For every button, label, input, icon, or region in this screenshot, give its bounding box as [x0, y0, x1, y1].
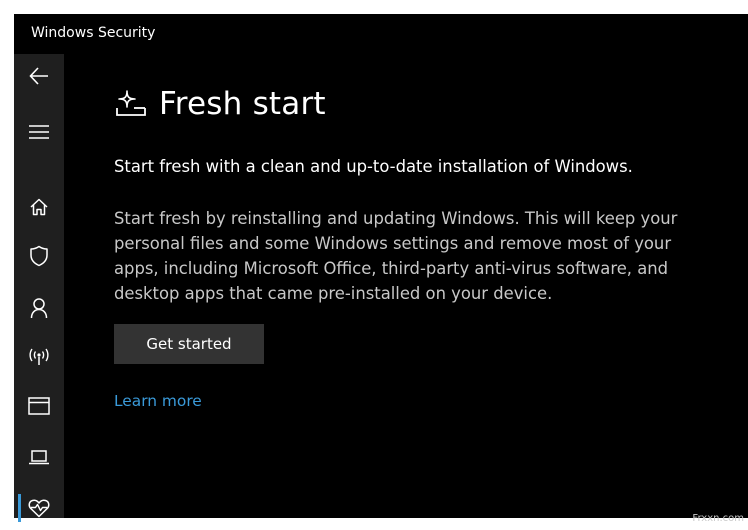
menu-button[interactable] — [14, 110, 64, 154]
sidebar — [14, 54, 64, 522]
sidebar-item-account-protection[interactable] — [14, 286, 64, 330]
home-icon — [30, 198, 48, 216]
page-title: Fresh start — [159, 86, 326, 122]
heart-pulse-icon — [28, 499, 50, 518]
page-subtitle: Start fresh with a clean and up-to-date … — [114, 157, 633, 176]
browser-window-icon — [28, 397, 50, 415]
fresh-start-icon — [116, 90, 146, 116]
sidebar-item-app-browser-control[interactable] — [14, 384, 64, 428]
sidebar-item-firewall-network-protection[interactable] — [14, 335, 64, 379]
description-line: personal files and some Windows settings… — [114, 234, 672, 253]
watermark: Frxxn.com — [692, 513, 744, 524]
wireless-antenna-icon — [29, 348, 49, 365]
learn-more-link[interactable]: Learn more — [114, 392, 202, 410]
person-icon — [30, 298, 48, 319]
get-started-button[interactable]: Get started — [114, 324, 264, 364]
description-line: desktop apps that came pre-installed on … — [114, 284, 553, 303]
window-title: Windows Security — [31, 25, 156, 41]
back-button[interactable] — [14, 54, 64, 98]
description-line: apps, including Microsoft Office, third-… — [114, 259, 669, 278]
sidebar-item-virus-threat-protection[interactable] — [14, 234, 64, 278]
sidebar-item-device-security[interactable] — [14, 435, 64, 479]
back-arrow-icon — [29, 67, 48, 85]
shield-icon — [30, 245, 48, 267]
windows-security-window: Windows Security Fresh start Start fresh… — [14, 14, 748, 522]
page-heading: Fresh start — [114, 86, 326, 122]
description-line: Start fresh by reinstalling and updating… — [114, 209, 678, 228]
description-text: Start fresh by reinstalling and updating… — [114, 206, 704, 306]
sidebar-item-device-performance-health[interactable] — [14, 486, 64, 530]
title-bar: Windows Security — [14, 14, 748, 54]
hamburger-menu-icon — [29, 125, 49, 139]
sidebar-item-home[interactable] — [14, 185, 64, 229]
laptop-icon — [29, 450, 49, 465]
